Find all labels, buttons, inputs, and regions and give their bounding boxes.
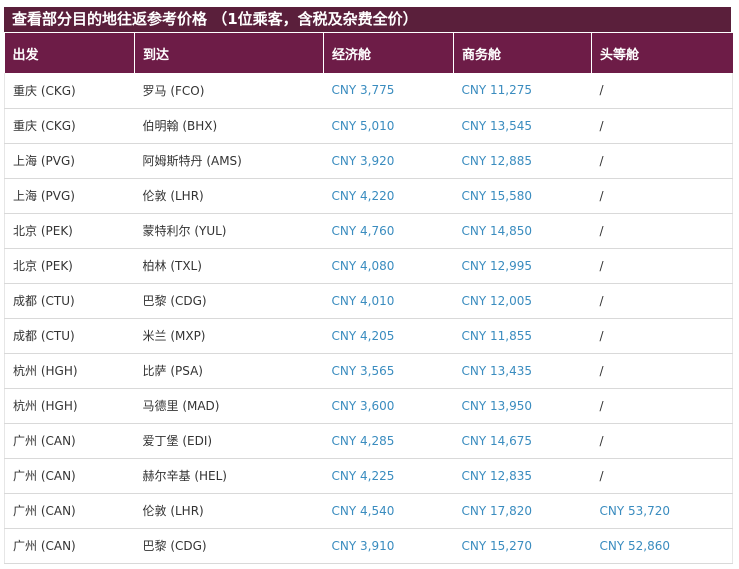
table-row: 上海 (PVG) 阿姆斯特丹 (AMS) CNY 3,920 CNY 12,885/ <box>4 143 733 179</box>
business-price-cell: CNY 13,545 <box>453 108 592 144</box>
first-price-cell: / <box>591 178 733 214</box>
business-price-cell: CNY 14,675 <box>453 423 592 459</box>
table-header: 出发 到达 经济舱 商务舱 头等舱 <box>4 33 733 73</box>
first-price-cell: / <box>591 283 733 319</box>
first-price-cell: / <box>591 353 733 389</box>
arrival-cell: 伦敦 (LHR) <box>134 493 324 529</box>
economy-price-cell: CNY 4,540 <box>323 493 454 529</box>
column-header-first: 头等舱 <box>591 33 733 73</box>
table-row: 杭州 (HGH) 比萨 (PSA) CNY 3,565 CNY 13,435/ <box>4 353 733 389</box>
departure-cell: 成都 (CTU) <box>4 318 135 354</box>
departure-cell: 广州 (CAN) <box>4 493 135 529</box>
first-price-cell: / <box>591 73 733 109</box>
departure-cell: 成都 (CTU) <box>4 283 135 319</box>
table-row: 重庆 (CKG) 伯明翰 (BHX) CNY 5,010 CNY 13,545/ <box>4 108 733 144</box>
column-header-business: 商务舱 <box>453 33 592 73</box>
first-price-cell: / <box>591 423 733 459</box>
first-price-cell: / <box>591 318 733 354</box>
table-row: 北京 (PEK) 蒙特利尔 (YUL) CNY 4,760 CNY 14,850/ <box>4 213 733 249</box>
departure-cell: 广州 (CAN) <box>4 528 135 564</box>
fare-table: 出发 到达 经济舱 商务舱 头等舱 重庆 (CKG) 罗马 (FCO) CNY 3,… <box>4 33 733 564</box>
business-price-cell: CNY 11,855 <box>453 318 592 354</box>
first-price-cell: / <box>591 458 733 494</box>
departure-cell: 重庆 (CKG) <box>4 108 135 144</box>
arrival-cell: 巴黎 (CDG) <box>134 283 324 319</box>
table-row: 广州 (CAN) 巴黎 (CDG) CNY 3,910 CNY 15,270 CNY 5… <box>4 528 733 564</box>
business-price-cell: CNY 11,275 <box>453 73 592 109</box>
business-price-cell: CNY 15,270 <box>453 528 592 564</box>
arrival-cell: 马德里 (MAD) <box>134 388 324 424</box>
arrival-cell: 比萨 (PSA) <box>134 353 324 389</box>
business-price-cell: CNY 12,005 <box>453 283 592 319</box>
arrival-cell: 伦敦 (LHR) <box>134 178 324 214</box>
departure-cell: 北京 (PEK) <box>4 213 135 249</box>
table-body: 重庆 (CKG) 罗马 (FCO) CNY 3,775 CNY 11,275/重庆 (… <box>4 73 733 564</box>
first-price-cell: / <box>591 108 733 144</box>
arrival-cell: 蒙特利尔 (YUL) <box>134 213 324 249</box>
column-header-departure: 出发 <box>4 33 135 73</box>
first-price-cell: / <box>591 388 733 424</box>
economy-price-cell: CNY 4,760 <box>323 213 454 249</box>
first-price-cell: CNY 53,720 <box>591 493 733 529</box>
economy-price-cell: CNY 4,010 <box>323 283 454 319</box>
arrival-cell: 赫尔辛基 (HEL) <box>134 458 324 494</box>
arrival-cell: 罗马 (FCO) <box>134 73 324 109</box>
table-row: 广州 (CAN) 赫尔辛基 (HEL) CNY 4,225 CNY 12,835/ <box>4 458 733 494</box>
arrival-cell: 伯明翰 (BHX) <box>134 108 324 144</box>
table-row: 杭州 (HGH) 马德里 (MAD) CNY 3,600 CNY 13,950/ <box>4 388 733 424</box>
departure-cell: 杭州 (HGH) <box>4 388 135 424</box>
economy-price-cell: CNY 4,285 <box>323 423 454 459</box>
table-row: 广州 (CAN) 爱丁堡 (EDI) CNY 4,285 CNY 14,675/ <box>4 423 733 459</box>
arrival-cell: 柏林 (TXL) <box>134 248 324 284</box>
table-row: 成都 (CTU) 巴黎 (CDG) CNY 4,010 CNY 12,005/ <box>4 283 733 319</box>
price-table-widget: 查看部分目的地往返参考价格 （1位乘客，含税及杂费全价） 出发 到达 经济舱 商… <box>0 0 739 569</box>
column-header-arrival: 到达 <box>134 33 324 73</box>
business-price-cell: CNY 15,580 <box>453 178 592 214</box>
departure-cell: 上海 (PVG) <box>4 178 135 214</box>
economy-price-cell: CNY 3,565 <box>323 353 454 389</box>
column-header-economy: 经济舱 <box>323 33 454 73</box>
arrival-cell: 米兰 (MXP) <box>134 318 324 354</box>
economy-price-cell: CNY 4,220 <box>323 178 454 214</box>
economy-price-cell: CNY 4,080 <box>323 248 454 284</box>
table-row: 广州 (CAN) 伦敦 (LHR) CNY 4,540 CNY 17,820 CNY 5… <box>4 493 733 529</box>
economy-price-cell: CNY 3,920 <box>323 143 454 179</box>
first-price-cell: / <box>591 248 733 284</box>
business-price-cell: CNY 13,435 <box>453 353 592 389</box>
business-price-cell: CNY 12,995 <box>453 248 592 284</box>
first-price-cell: / <box>591 213 733 249</box>
economy-price-cell: CNY 3,600 <box>323 388 454 424</box>
departure-cell: 杭州 (HGH) <box>4 353 135 389</box>
economy-price-cell: CNY 5,010 <box>323 108 454 144</box>
table-row: 上海 (PVG) 伦敦 (LHR) CNY 4,220 CNY 15,580/ <box>4 178 733 214</box>
first-price-cell: / <box>591 143 733 179</box>
economy-price-cell: CNY 3,910 <box>323 528 454 564</box>
departure-cell: 上海 (PVG) <box>4 143 135 179</box>
table-row: 重庆 (CKG) 罗马 (FCO) CNY 3,775 CNY 11,275/ <box>4 73 733 109</box>
economy-price-cell: CNY 4,205 <box>323 318 454 354</box>
table-row: 成都 (CTU) 米兰 (MXP) CNY 4,205 CNY 11,855/ <box>4 318 733 354</box>
arrival-cell: 爱丁堡 (EDI) <box>134 423 324 459</box>
business-price-cell: CNY 17,820 <box>453 493 592 529</box>
economy-price-cell: CNY 4,225 <box>323 458 454 494</box>
arrival-cell: 巴黎 (CDG) <box>134 528 324 564</box>
arrival-cell: 阿姆斯特丹 (AMS) <box>134 143 324 179</box>
business-price-cell: CNY 12,885 <box>453 143 592 179</box>
departure-cell: 广州 (CAN) <box>4 458 135 494</box>
economy-price-cell: CNY 3,775 <box>323 73 454 109</box>
table-title: 查看部分目的地往返参考价格 （1位乘客，含税及杂费全价） <box>4 7 731 32</box>
departure-cell: 广州 (CAN) <box>4 423 135 459</box>
first-price-cell: CNY 52,860 <box>591 528 733 564</box>
business-price-cell: CNY 12,835 <box>453 458 592 494</box>
business-price-cell: CNY 13,950 <box>453 388 592 424</box>
business-price-cell: CNY 14,850 <box>453 213 592 249</box>
departure-cell: 重庆 (CKG) <box>4 73 135 109</box>
header-row: 出发 到达 经济舱 商务舱 头等舱 <box>4 33 733 73</box>
departure-cell: 北京 (PEK) <box>4 248 135 284</box>
table-row: 北京 (PEK) 柏林 (TXL) CNY 4,080 CNY 12,995/ <box>4 248 733 284</box>
